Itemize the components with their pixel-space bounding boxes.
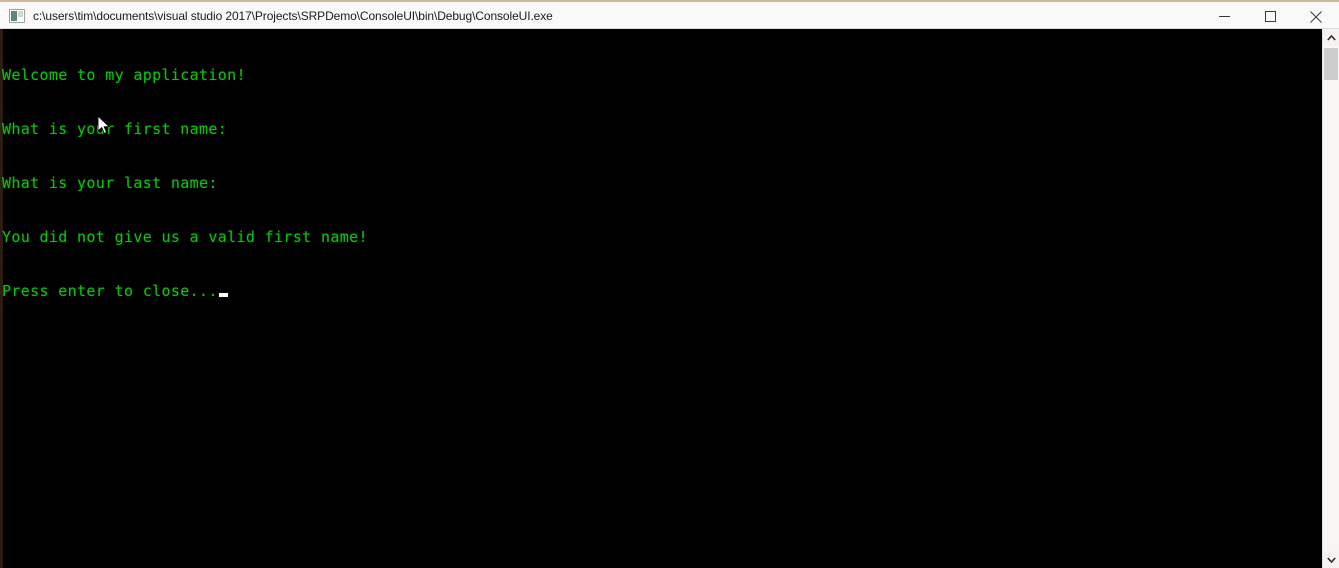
console-text-buffer: Welcome to my application! What is your … xyxy=(2,30,368,336)
console-window: c:\users\tim\documents\visual studio 201… xyxy=(0,0,1339,568)
app-icon-glyph-right xyxy=(18,10,23,17)
maximize-icon xyxy=(1264,11,1276,22)
window-title: c:\users\tim\documents\visual studio 201… xyxy=(33,8,553,23)
vertical-scrollbar[interactable] xyxy=(1322,29,1339,568)
console-line: What is your first name: xyxy=(2,120,228,138)
chevron-up-icon xyxy=(1326,34,1336,41)
console-output-area[interactable]: Welcome to my application! What is your … xyxy=(0,29,1339,568)
scroll-up-button[interactable] xyxy=(1323,29,1339,46)
console-line: What is your last name: xyxy=(2,174,218,192)
title-bar[interactable]: c:\users\tim\documents\visual studio 201… xyxy=(0,0,1339,29)
console-line-with-caret: Press enter to close... xyxy=(2,282,368,300)
chevron-down-icon xyxy=(1326,556,1336,563)
console-line: You did not give us a valid first name! xyxy=(2,228,368,246)
app-icon-glyph-left xyxy=(11,10,17,21)
close-button[interactable] xyxy=(1293,3,1339,30)
close-icon xyxy=(1310,10,1322,23)
console-line: Welcome to my application! xyxy=(2,66,246,84)
console-line-text: Press enter to close... xyxy=(2,282,218,300)
scrollbar-thumb[interactable] xyxy=(1324,48,1338,80)
window-controls xyxy=(1201,3,1339,30)
block-caret xyxy=(218,293,228,297)
scroll-down-button[interactable] xyxy=(1323,551,1339,568)
console-app-icon xyxy=(9,8,25,23)
minimize-button[interactable] xyxy=(1201,3,1247,30)
scrollbar-track[interactable] xyxy=(1323,46,1339,551)
maximize-button[interactable] xyxy=(1247,3,1293,30)
minimize-icon xyxy=(1218,16,1230,17)
